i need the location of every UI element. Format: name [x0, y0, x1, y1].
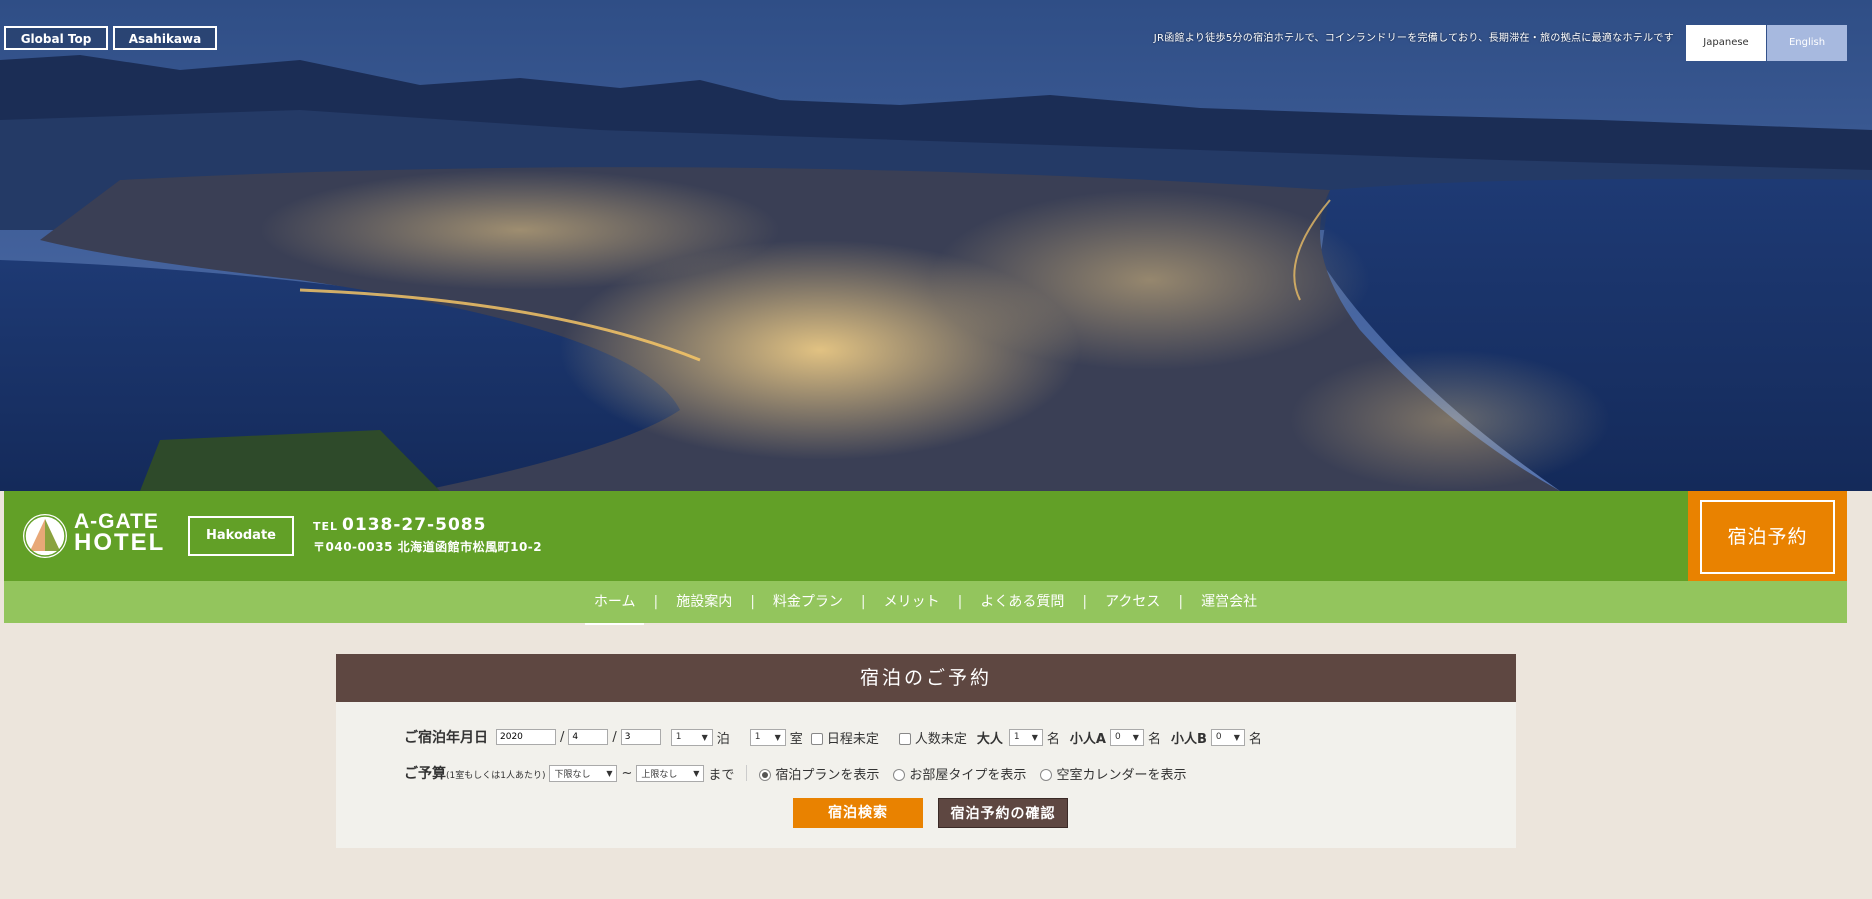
nights-select[interactable]: 1 ▼ — [670, 728, 713, 746]
chevron-down-icon: ▼ — [1233, 732, 1240, 742]
day-input[interactable] — [620, 729, 661, 745]
city-badge: Hakodate — [188, 516, 294, 556]
child-a-select[interactable]: 0 ▼ — [1109, 728, 1144, 746]
asahikawa-button[interactable]: Asahikawa — [113, 26, 217, 50]
adult-label: 大人 — [976, 731, 1003, 747]
nav-separator: | — [957, 594, 963, 610]
month-input[interactable] — [568, 729, 609, 745]
checkbox-icon — [898, 733, 911, 745]
night-city-illustration — [0, 0, 1872, 491]
adult-unit: 名 — [1046, 731, 1060, 747]
undecided-dates-label: 日程未定 — [826, 731, 879, 747]
tel-label: TEL — [313, 520, 339, 533]
radio-plan[interactable]: 宿泊プランを表示 — [759, 764, 879, 783]
hotel-logo-icon — [23, 514, 67, 558]
chevron-down-icon: ▼ — [774, 732, 781, 742]
budget-note: (1室もしくは1人あたり) — [446, 771, 546, 781]
radio-plan-label: 宿泊プランを表示 — [775, 767, 880, 783]
search-button[interactable]: 宿泊検索 — [793, 798, 923, 828]
checkbox-icon — [810, 733, 823, 745]
chevron-down-icon: ▼ — [606, 768, 613, 778]
nav-separator: | — [750, 594, 755, 610]
global-top-button[interactable]: Global Top — [4, 26, 108, 50]
chevron-down-icon: ▼ — [701, 732, 708, 742]
radio-room-label: お部屋タイプを表示 — [909, 767, 1027, 783]
booking-row-budget: ご予算(1室もしくは1人あたり) 下限なし ▼ ~ 上限なし ▼ まで 宿泊プランを… — [404, 763, 1186, 783]
nav-faq[interactable]: よくある質問 — [971, 583, 1073, 621]
booking-row-dates: ご宿泊年月日 / / 1▼ 泊 1▼ 室 日程未定 人数未定 大人 1▼ 名 小… — [404, 727, 1262, 747]
radio-calendar-label: 空室カレンダーを表示 — [1056, 767, 1187, 783]
child-b-value: 0 — [1215, 732, 1222, 742]
undecided-people-label: 人数未定 — [914, 731, 967, 747]
child-a-unit: 名 — [1147, 731, 1161, 747]
booking-title: 宿泊のご予約 — [336, 654, 1516, 702]
main-nav: ホーム | 施設案内 | 料金プラン | メリット | よくある質問 | アクセ… — [4, 581, 1847, 625]
language-english-button[interactable]: English — [1767, 25, 1847, 61]
rooms-select[interactable]: 1 ▼ — [749, 728, 786, 746]
budget-dash: ~ — [621, 765, 633, 781]
budget-until: まで — [708, 767, 735, 783]
budget-min-select[interactable]: 下限なし ▼ — [549, 764, 618, 782]
nav-separator: | — [860, 594, 866, 610]
radio-selected-icon — [759, 769, 772, 781]
brand-bar: A-GATE HOTEL Hakodate TEL 0138-27-5085 〒0… — [4, 491, 1847, 581]
reserve-button[interactable]: 宿泊予約 — [1700, 500, 1835, 574]
nav-facilities[interactable]: 施設案内 — [667, 583, 741, 621]
confirm-reservation-button[interactable]: 宿泊予約の確認 — [938, 798, 1068, 828]
radio-icon — [1040, 769, 1053, 781]
nav-separator: | — [1082, 594, 1088, 610]
undecided-people-checkbox[interactable]: 人数未定 — [898, 728, 967, 747]
nav-separator: | — [653, 594, 659, 610]
divider — [746, 765, 748, 781]
nav-rates[interactable]: 料金プラン — [764, 583, 852, 621]
child-a-label: 小人A — [1069, 731, 1106, 747]
date-slash: / — [612, 729, 617, 745]
budget-label: ご予算(1室もしくは1人あたり) — [404, 763, 545, 783]
logo-line-2: HOTEL — [74, 529, 166, 556]
child-b-unit: 名 — [1248, 731, 1262, 747]
booking-panel: 宿泊のご予約 ご宿泊年月日 / / 1▼ 泊 1▼ 室 日程未定 人数未定 大人… — [336, 654, 1516, 848]
chevron-down-icon: ▼ — [1132, 732, 1139, 742]
date-label: ご宿泊年月日 — [404, 730, 488, 746]
year-input[interactable] — [496, 729, 556, 745]
date-slash: / — [560, 729, 565, 745]
nav-company[interactable]: 運営会社 — [1192, 583, 1266, 621]
chevron-down-icon: ▼ — [693, 768, 700, 778]
budget-min-value: 下限なし — [554, 769, 591, 780]
address: 〒040-0035 北海道函館市松風町10-2 — [313, 540, 543, 554]
nights-unit: 泊 — [716, 731, 730, 747]
budget-label-text: ご予算 — [404, 766, 446, 782]
nights-value: 1 — [675, 732, 682, 742]
adult-select[interactable]: 1 ▼ — [1008, 728, 1043, 746]
hero-tagline: JR函館より徒歩5分の宿泊ホテルで、コインランドリーを完備しており、長期滞在・旅… — [1153, 33, 1674, 44]
child-b-label: 小人B — [1170, 731, 1207, 747]
rooms-value: 1 — [754, 732, 761, 742]
nav-access[interactable]: アクセス — [1096, 583, 1169, 621]
undecided-dates-checkbox[interactable]: 日程未定 — [810, 728, 879, 747]
radio-calendar[interactable]: 空室カレンダーを表示 — [1040, 764, 1186, 783]
radio-icon — [893, 769, 906, 781]
hero-image: Global Top Asahikawa JR函館より徒歩5分の宿泊ホテルで、コ… — [0, 0, 1872, 491]
reserve-box: 宿泊予約 — [1688, 491, 1847, 581]
nav-merits[interactable]: メリット — [875, 583, 949, 621]
language-japanese-button[interactable]: Japanese — [1686, 25, 1766, 61]
budget-max-select[interactable]: 上限なし ▼ — [636, 764, 705, 782]
child-b-select[interactable]: 0 ▼ — [1210, 728, 1245, 746]
phone-number[interactable]: 0138-27-5085 — [342, 515, 486, 535]
nav-home[interactable]: ホーム — [584, 583, 645, 625]
budget-max-value: 上限なし — [641, 769, 678, 780]
child-a-value: 0 — [1114, 732, 1121, 742]
chevron-down-icon: ▼ — [1031, 732, 1038, 742]
rooms-unit: 室 — [789, 731, 803, 747]
radio-room-type[interactable]: お部屋タイプを表示 — [893, 764, 1026, 783]
nav-separator: | — [1178, 594, 1184, 610]
adult-value: 1 — [1013, 732, 1020, 742]
contact-info: TEL 0138-27-5085 〒040-0035 北海道函館市松風町10-2 — [313, 515, 542, 555]
hotel-logo-text[interactable]: A-GATE HOTEL — [74, 511, 166, 556]
